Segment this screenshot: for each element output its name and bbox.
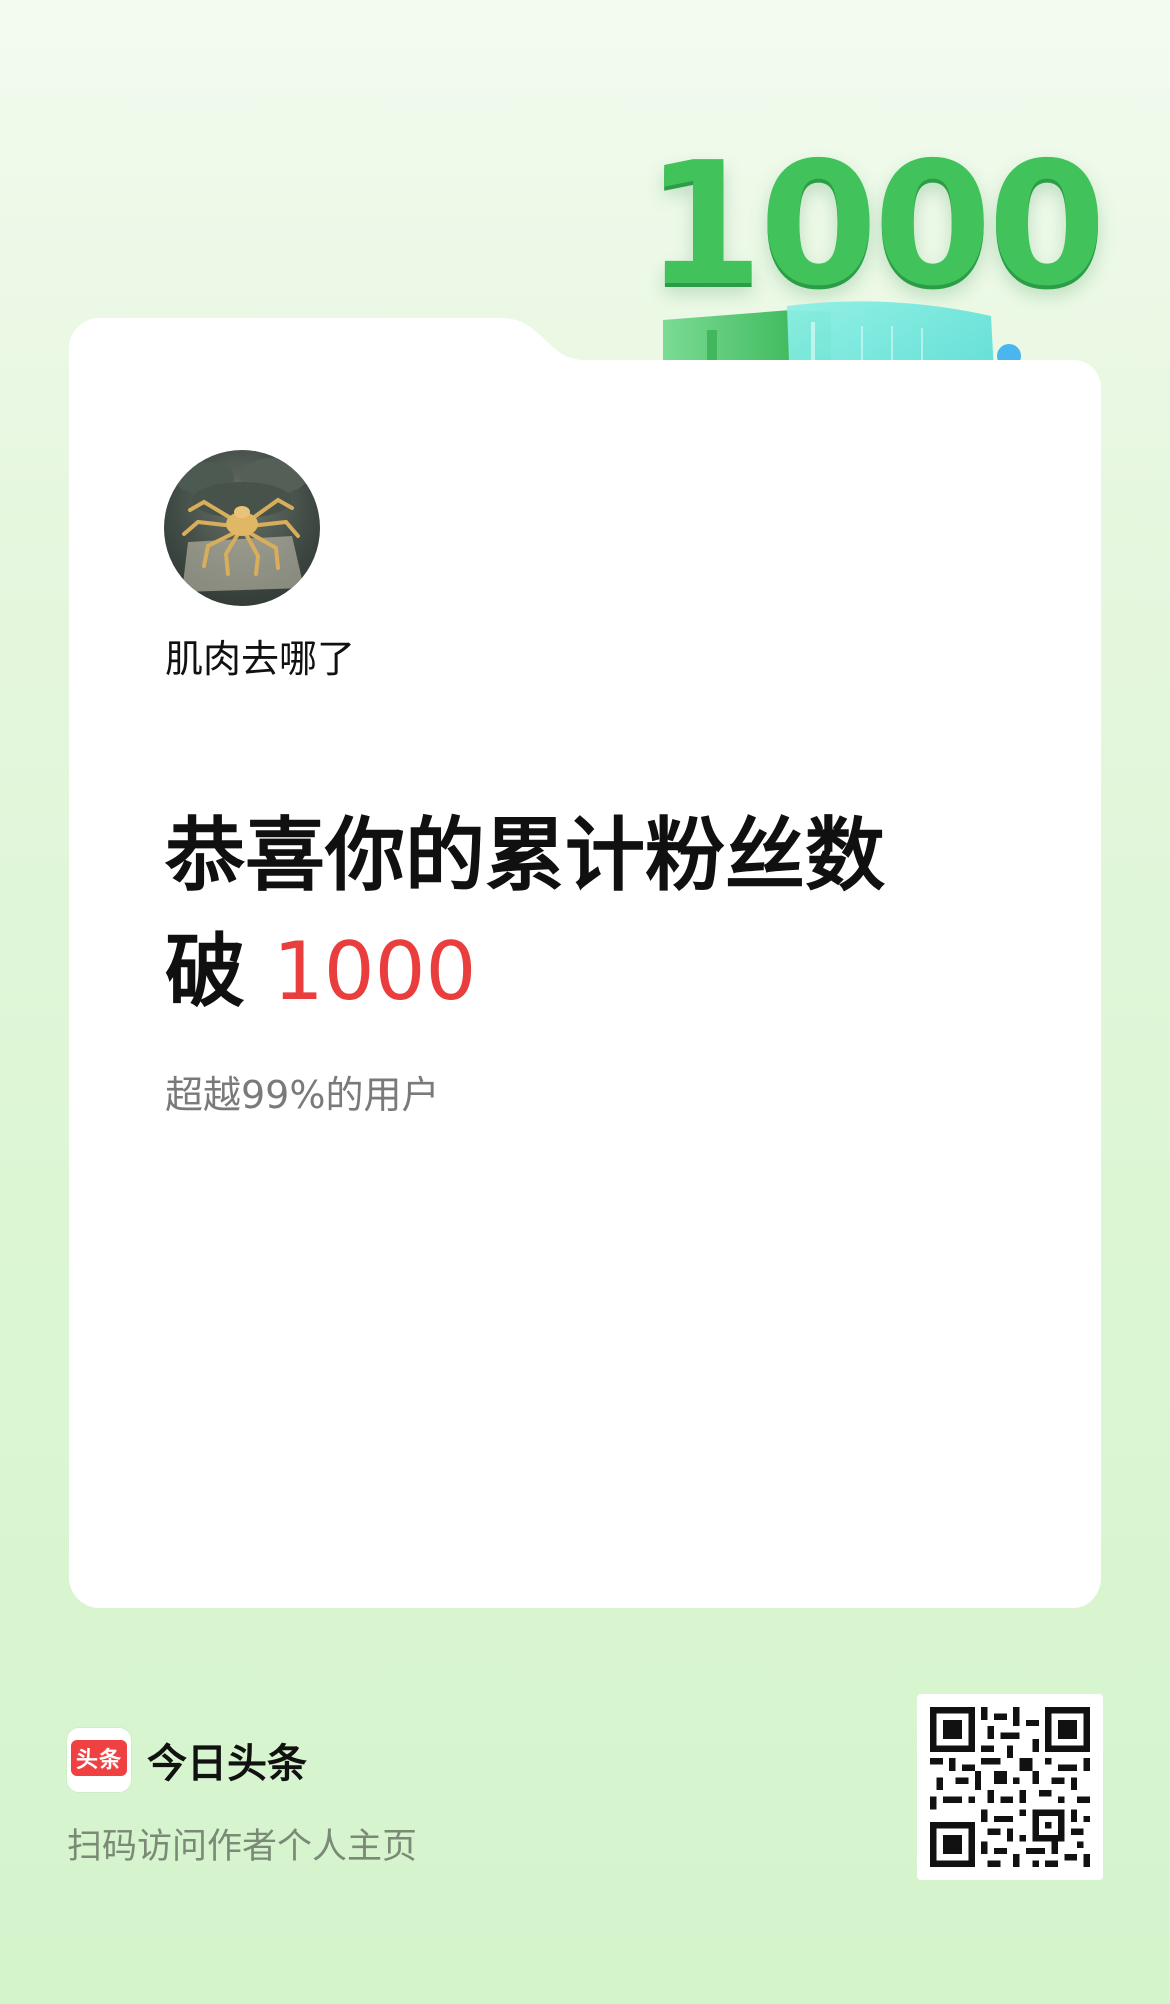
qr-code[interactable] xyxy=(917,1694,1103,1880)
avatar[interactable] xyxy=(164,450,320,606)
percentile-text: 超越99%的用户 xyxy=(165,1073,440,1117)
brand-name: 今日头条 xyxy=(147,1741,307,1787)
headline-prefix: 破 xyxy=(165,925,245,1018)
scan-instruction: 扫码访问作者个人主页 xyxy=(67,1827,418,1867)
brand: 头条 今日头条 xyxy=(67,1728,307,1792)
follower-count: 1000 xyxy=(272,925,477,1018)
username: 肌肉去哪了 xyxy=(165,637,356,681)
qr-code-icon xyxy=(930,1707,1090,1867)
milestone-headline: 恭喜你的累计粉丝数 破 1000 xyxy=(165,798,1045,1030)
logo-text: 头条 xyxy=(71,1740,127,1776)
toutiao-logo-icon: 头条 xyxy=(67,1728,131,1792)
headline-line2: 破 1000 xyxy=(165,914,1045,1030)
spider-avatar-icon xyxy=(174,458,308,592)
milestone-card: 肌肉去哪了 恭喜你的累计粉丝数 破 1000 超越99%的用户 xyxy=(69,318,1101,1608)
headline-line1: 恭喜你的累计粉丝数 xyxy=(165,809,885,902)
badge-number: 1000 xyxy=(645,126,1106,324)
